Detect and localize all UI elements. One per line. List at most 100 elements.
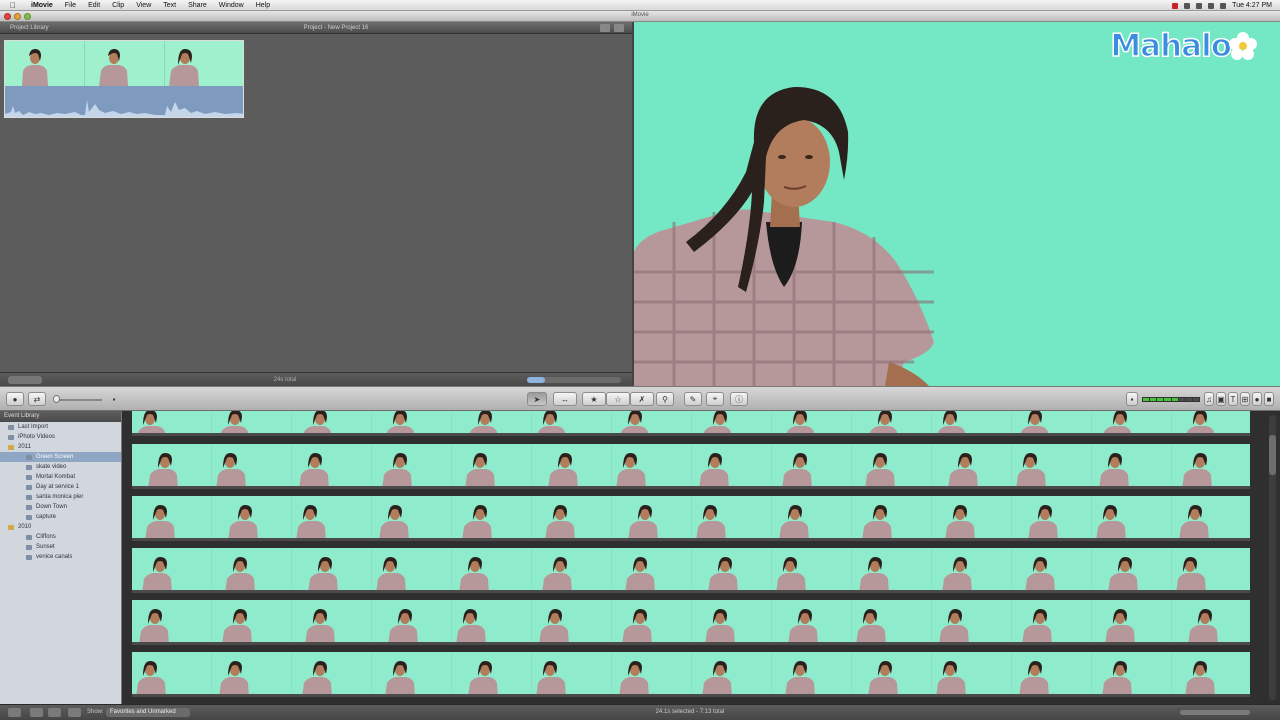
clip-frame [372,444,452,486]
event-item[interactable]: Cliffons [0,532,121,542]
event-item[interactable]: 2011 [0,442,121,452]
event-item[interactable]: skate video [0,462,121,472]
crop-icon: ⌖ [712,394,718,403]
event-item[interactable]: Down Town [0,502,121,512]
event-item[interactable]: Last Import [0,422,121,432]
clip-frame [1092,411,1172,433]
volume-icon[interactable] [1220,2,1227,9]
thumbnail-slider[interactable] [1180,710,1250,715]
unmark-button[interactable]: ☆ [606,392,630,406]
clip-frame [292,652,372,694]
clip-frame [612,548,692,590]
map-button[interactable]: ● [1252,392,1262,406]
menu-app-name[interactable]: iMovie [25,2,59,9]
clip-strip[interactable] [132,548,1250,593]
event-browser-scrollbar[interactable] [1269,415,1276,700]
event-item[interactable]: 2010 [0,522,121,532]
wifi-icon[interactable] [1208,2,1215,9]
event-item[interactable]: Mortal Kombat [0,472,121,482]
project-clip[interactable] [4,40,244,118]
select-tool-button[interactable]: ↔ [553,392,577,406]
show-filter-select[interactable]: Favorites and Unmarked [106,708,190,717]
video-viewer[interactable]: Mahalo [632,22,1280,386]
mahalo-logo: Mahalo [1110,24,1258,68]
menu-edit[interactable]: Edit [82,2,106,9]
menu-view[interactable]: View [130,2,157,9]
menu-text[interactable]: Text [157,2,182,9]
camera-import-button[interactable]: ● [6,392,24,406]
menu-file[interactable]: File [59,2,82,9]
footer-buttons[interactable] [8,376,42,384]
zoom-slider[interactable] [58,399,102,401]
clip-frame [452,652,532,694]
clip-frame [1092,600,1172,642]
clip-strip[interactable] [132,496,1250,541]
transition-button[interactable]: ⊞ [1240,392,1250,406]
event-item[interactable]: Day at service 1 [0,482,121,492]
keyword-button[interactable]: ⚲ [656,392,674,406]
event-item[interactable]: iPhoto Videos [0,432,121,442]
event-button[interactable] [8,708,21,717]
clip-frame [932,411,1012,433]
event-icon [26,474,32,480]
zoom-button[interactable] [24,13,31,20]
status-icon[interactable] [1184,2,1191,9]
menu-window[interactable]: Window [213,2,250,9]
crop-button[interactable]: ⌖ [706,392,724,406]
music-button[interactable]: ♫ [1204,392,1214,406]
clip-strip[interactable] [132,600,1250,645]
event-item-label: santa monica pier [36,494,84,500]
apple-icon[interactable]:  [10,1,19,10]
clip-frame [212,496,292,538]
audio-waveform [5,86,243,117]
menu-clock[interactable]: Tue 4:27 PM [1232,2,1272,9]
favorite-button[interactable]: ★ [582,392,606,406]
clip-frame [452,496,532,538]
close-button[interactable] [4,13,11,20]
star-outline-icon: ☆ [614,394,622,404]
background-button[interactable]: ■ [1264,392,1274,406]
title-button[interactable]: T [1228,392,1238,406]
arrow-tool-button[interactable]: ➤ [527,392,547,406]
clip-frame [772,496,852,538]
dropper-button[interactable]: ✎ [684,392,702,406]
search-button[interactable] [68,708,81,717]
project-library-button[interactable]: Project Library [10,25,49,31]
clip-frame [532,600,612,642]
event-item[interactable]: Sunset [0,542,121,552]
clip-strip[interactable] [132,411,1250,436]
menu-clip[interactable]: Clip [106,2,130,9]
voiceover-button[interactable]: ▪ [1126,392,1138,406]
imovie-window:  iMovie File Edit Clip View Text Share … [0,0,1280,720]
event-item[interactable]: santa monica pier [0,492,121,502]
clip-strip[interactable] [132,652,1250,697]
clip-frame [1172,548,1250,590]
clip-frame [532,444,612,486]
play-full-button[interactable] [48,708,61,717]
status-icon[interactable] [1172,2,1179,9]
toggle-button[interactable] [600,24,610,32]
event-item[interactable]: venice canals [0,552,121,562]
event-item-label: Day at service 1 [36,484,80,490]
event-item-label: Down Town [36,504,67,510]
toggle-button[interactable] [614,24,624,32]
reject-button[interactable]: ✗ [630,392,654,406]
status-icon[interactable] [1196,2,1203,9]
play-button[interactable] [30,708,43,717]
event-item[interactable]: capture [0,512,121,522]
zoom-slider-knob[interactable] [53,395,60,403]
clip-frame [612,652,692,694]
menu-share[interactable]: Share [182,2,213,9]
project-clip-frames [5,41,243,86]
swap-button[interactable]: ⇄ [28,392,46,406]
minimize-button[interactable] [14,13,21,20]
photo-button[interactable]: ▣ [1216,392,1226,406]
clip-frame [532,548,612,590]
info-button[interactable]: ⓘ [730,392,748,406]
project-footer: 24s total [0,372,632,386]
thumbnail-size-slider[interactable] [527,377,621,383]
menu-help[interactable]: Help [250,2,276,9]
event-browser[interactable] [122,411,1280,704]
event-item[interactable]: Green Screen [0,452,121,462]
clip-strip[interactable] [132,444,1250,489]
